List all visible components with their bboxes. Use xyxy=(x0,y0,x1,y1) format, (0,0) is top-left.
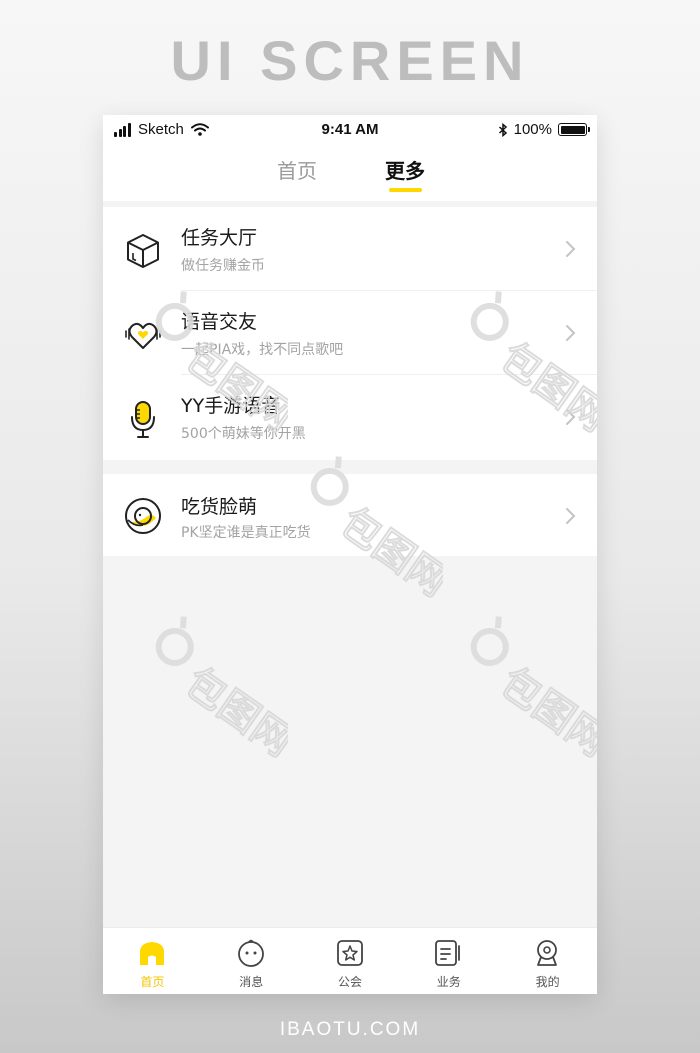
menu-item-yy-voice[interactable]: YY手游语音 500个萌妹等你开黑 xyxy=(103,375,597,459)
menu-item-title: YY手游语音 xyxy=(181,395,281,417)
business-icon xyxy=(435,940,461,966)
menu-item-subtitle: 做任务赚金币 xyxy=(181,258,265,274)
poster-heading: UI SCREEN xyxy=(170,29,530,92)
voice-heart-icon xyxy=(125,322,161,349)
menu-item-subtitle: 500个萌妹等你开黑 xyxy=(181,426,306,442)
poster-footer: IBAOTU.COM xyxy=(279,1019,421,1040)
message-face-icon xyxy=(237,939,264,967)
menu-item-task-hall[interactable]: 任务大厅 做任务赚金币 xyxy=(103,207,597,291)
battery-icon xyxy=(558,123,590,136)
bottom-tab-label: 我的 xyxy=(535,975,560,989)
tab-home[interactable]: 首页 xyxy=(277,155,317,184)
status-bar: Sketch 9:41 AM 100% xyxy=(103,115,597,145)
battery-percent: 100% xyxy=(513,121,552,138)
menu-group-extra: 吃货脸萌 PK坚定谁是真正吃货 xyxy=(103,474,597,556)
chevron-right-icon xyxy=(566,241,576,257)
chevron-right-icon xyxy=(566,508,576,524)
bottom-tab-guild[interactable]: 公会 xyxy=(301,928,400,994)
bluetooth-icon xyxy=(498,122,507,137)
bottom-tab-profile[interactable]: 我的 xyxy=(498,928,597,994)
bottom-tab-label: 消息 xyxy=(239,975,264,989)
watermark-logo: 包图网 xyxy=(470,616,597,760)
menu-group-main: 任务大厅 做任务赚金币 语音交友 一起PIA戏，找不同点歌吧 YY手游语音 50… xyxy=(103,207,597,460)
bottom-tab-label: 首页 xyxy=(140,975,165,989)
bottom-tab-bar: 首页 消息 公会 业务 我的 xyxy=(103,927,597,994)
bottom-tab-business[interactable]: 业务 xyxy=(399,928,498,994)
guild-star-icon xyxy=(336,940,363,966)
profile-icon xyxy=(537,940,558,966)
watermark-text: 包图网 xyxy=(491,659,597,760)
microphone-icon xyxy=(131,401,155,438)
menu-item-title: 吃货脸萌 xyxy=(181,496,258,518)
menu-item-voice-friends[interactable]: 语音交友 一起PIA戏，找不同点歌吧 xyxy=(103,291,597,375)
tab-more[interactable]: 更多 xyxy=(385,155,425,184)
menu-item-foodie[interactable]: 吃货脸萌 PK坚定谁是真正吃货 xyxy=(103,474,597,558)
menu-item-subtitle: 一起PIA戏，找不同点歌吧 xyxy=(181,342,344,358)
active-tab-indicator xyxy=(389,188,422,192)
chevron-right-icon xyxy=(566,325,576,341)
bottom-tab-home[interactable]: 首页 xyxy=(103,928,202,994)
bottom-tab-label: 公会 xyxy=(337,975,362,989)
menu-item-title: 任务大厅 xyxy=(181,227,258,249)
bottom-tab-label: 业务 xyxy=(436,975,461,989)
food-plate-icon xyxy=(125,498,161,534)
menu-item-subtitle: PK坚定谁是真正吃货 xyxy=(181,525,311,541)
top-tab-bar: 首页 更多 xyxy=(103,145,597,201)
watermark-logo: 包图网 xyxy=(155,616,288,760)
home-icon xyxy=(140,942,164,965)
chevron-right-icon xyxy=(566,409,576,425)
watermark-text: 包图网 xyxy=(176,659,288,760)
bottom-tab-messages[interactable]: 消息 xyxy=(202,928,301,994)
box-icon xyxy=(127,234,159,268)
phone-screen: Sketch 9:41 AM 100% 首页 更多 任务大厅 做任务赚金币 语音… xyxy=(103,115,597,994)
menu-item-title: 语音交友 xyxy=(181,311,258,333)
